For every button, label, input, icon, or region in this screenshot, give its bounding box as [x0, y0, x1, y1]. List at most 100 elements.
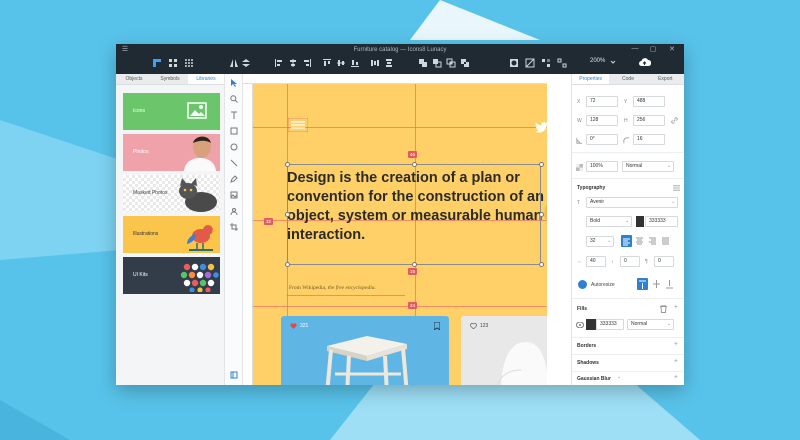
slice-tool-icon[interactable] — [229, 222, 239, 232]
add-shadow-icon[interactable]: + — [674, 358, 678, 365]
text-color-input[interactable]: 333333 — [645, 216, 678, 227]
align-left-icon[interactable] — [273, 57, 284, 68]
design-canvas[interactable]: “ Design is the creation of a plan or co… — [243, 74, 547, 385]
radius-input[interactable]: 16 — [633, 134, 665, 145]
tab-objects[interactable]: Objects — [116, 74, 152, 84]
paragraph-spacing-input[interactable]: 0 — [654, 256, 674, 267]
tab-properties[interactable]: Properties — [572, 74, 610, 84]
tab-code[interactable]: Code — [609, 74, 646, 84]
ungroup-icon[interactable] — [556, 57, 567, 68]
vertical-align-top-icon[interactable] — [637, 278, 648, 290]
bookmark-icon[interactable] — [434, 322, 440, 330]
x-input[interactable]: 72 — [586, 96, 618, 107]
heart-icon[interactable] — [290, 323, 297, 329]
letter-spacing-input[interactable]: 40 — [586, 256, 606, 267]
add-fill-icon[interactable]: + — [674, 304, 678, 311]
eye-icon[interactable] — [576, 322, 584, 328]
text-settings-icon[interactable] — [673, 185, 680, 191]
trash-icon[interactable] — [660, 305, 667, 313]
boolean-difference-icon[interactable] — [459, 57, 470, 68]
heart-outline-icon[interactable] — [470, 323, 477, 329]
select-tool-icon[interactable] — [229, 78, 239, 88]
line-tool-icon[interactable] — [229, 158, 239, 168]
mask-icon[interactable] — [508, 57, 519, 68]
library-icons[interactable]: Icons — [123, 93, 220, 130]
library-masked-photos[interactable]: Masked Photos — [123, 175, 220, 212]
maximize-icon[interactable]: ▢ — [647, 45, 659, 53]
menu-icon[interactable] — [288, 118, 308, 132]
align-bottom-icon[interactable] — [349, 57, 360, 68]
selection-handle[interactable] — [285, 162, 290, 167]
grid-view-icon[interactable] — [167, 57, 178, 68]
opacity-input[interactable]: 100% — [586, 161, 618, 172]
distribute-horizontal-icon[interactable] — [369, 57, 380, 68]
group-icon[interactable] — [540, 57, 551, 68]
library-photos[interactable]: Photos — [123, 134, 220, 171]
close-icon[interactable]: ✕ — [666, 45, 678, 53]
width-input[interactable]: 128 — [586, 115, 618, 126]
autoresize-toggle[interactable] — [578, 280, 587, 289]
image-tool-icon[interactable] — [229, 190, 239, 200]
boolean-subtract-icon[interactable] — [431, 57, 442, 68]
line-height-input[interactable]: 0 — [620, 256, 640, 267]
flip-horizontal-icon[interactable] — [228, 57, 239, 68]
selection-handle[interactable] — [285, 262, 290, 267]
align-top-icon[interactable] — [321, 57, 332, 68]
panel-toggle-icon[interactable] — [229, 370, 239, 380]
rectangle-tool-icon[interactable] — [229, 126, 239, 136]
ellipse-tool-icon[interactable] — [229, 142, 239, 152]
align-left-text-icon[interactable] — [621, 235, 632, 247]
y-input[interactable]: 488 — [633, 96, 665, 107]
height-input[interactable]: 256 — [633, 115, 665, 126]
library-ui-kits[interactable]: UI Kits — [123, 257, 220, 294]
cloud-upload-icon[interactable] — [637, 56, 651, 67]
zoom-tool-icon[interactable] — [229, 94, 239, 104]
align-center-icon[interactable] — [287, 57, 298, 68]
boolean-union-icon[interactable] — [417, 57, 428, 68]
tab-libraries[interactable]: Libraries — [188, 74, 224, 84]
flip-vertical-icon[interactable] — [240, 57, 251, 68]
tab-symbols[interactable]: Symbols — [152, 74, 188, 84]
zoom-dropdown-icon[interactable] — [607, 56, 618, 67]
justify-text-icon[interactable] — [661, 236, 670, 246]
minimize-icon[interactable]: — — [629, 45, 641, 52]
app-logo-icon[interactable] — [151, 57, 162, 68]
shadows-header[interactable]: Shadows — [577, 360, 599, 366]
fill-color-swatch[interactable] — [586, 319, 596, 330]
selection-handle[interactable] — [285, 212, 290, 217]
chevron-down-icon[interactable]: ⌄ — [617, 374, 621, 380]
selection-handle[interactable] — [539, 162, 544, 167]
text-color-swatch[interactable] — [636, 216, 644, 227]
align-middle-icon[interactable] — [335, 57, 346, 68]
layout-grid-icon[interactable] — [183, 57, 194, 68]
artboard[interactable]: “ Design is the creation of a plan or co… — [253, 84, 547, 385]
product-card[interactable]: 321 — [281, 316, 449, 385]
align-right-icon[interactable] — [301, 57, 312, 68]
align-center-text-icon[interactable] — [635, 236, 644, 246]
add-border-icon[interactable]: + — [674, 341, 678, 348]
fill-color-input[interactable]: 333333 — [596, 319, 624, 330]
pen-tool-icon[interactable] — [229, 174, 239, 184]
font-family-select[interactable]: Avenir — [586, 197, 678, 208]
library-illustrations[interactable]: Illustrations — [123, 216, 220, 253]
distribute-vertical-icon[interactable] — [383, 57, 394, 68]
add-blur-icon[interactable]: + — [674, 374, 678, 381]
avatar-tool-icon[interactable] — [229, 206, 239, 216]
lock-ratio-icon[interactable] — [671, 117, 678, 124]
flatten-icon[interactable] — [524, 57, 535, 68]
selection-box[interactable] — [287, 164, 541, 265]
vertical-align-bottom-icon[interactable] — [665, 279, 674, 289]
zoom-level[interactable]: 200% — [590, 58, 605, 64]
twitter-icon[interactable] — [535, 122, 547, 133]
vertical-align-middle-icon[interactable] — [652, 279, 661, 289]
rotation-input[interactable]: 0° — [586, 134, 618, 145]
product-card[interactable]: 123 — [461, 316, 547, 385]
align-right-text-icon[interactable] — [648, 236, 657, 246]
boolean-intersect-icon[interactable] — [445, 57, 456, 68]
selection-handle[interactable] — [412, 162, 417, 167]
selection-handle[interactable] — [412, 262, 417, 267]
tab-export[interactable]: Export — [647, 74, 684, 84]
text-tool-icon[interactable] — [229, 110, 239, 120]
selection-handle[interactable] — [539, 212, 544, 217]
blur-header[interactable]: Gaussian Blur — [577, 376, 611, 382]
